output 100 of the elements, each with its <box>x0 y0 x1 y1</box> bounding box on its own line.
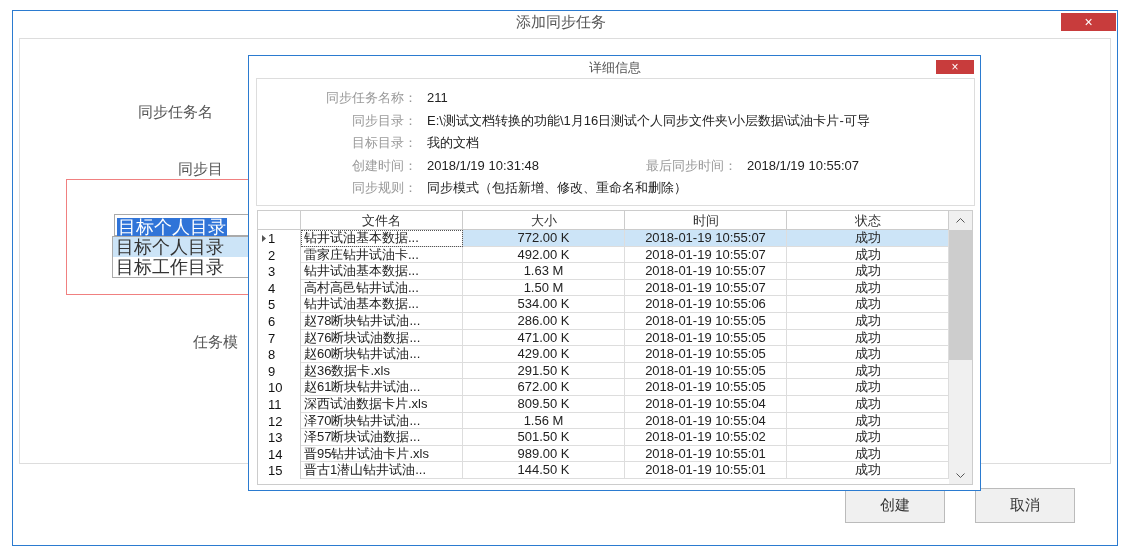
table-cell: 晋古1潜山钻井试油... <box>301 462 463 479</box>
row-number: 15 <box>268 463 283 480</box>
table-cell: 成功 <box>787 263 949 280</box>
table-cell: 1.63 M <box>463 263 625 280</box>
dialog-title: 详细信息 <box>588 59 642 77</box>
table-cell: 泽57断块试油数据... <box>301 429 463 446</box>
table-cell: 2018-01-19 10:55:05 <box>625 346 787 363</box>
table-cell: 772.00 K <box>463 230 625 247</box>
table-cell: 471.00 K <box>463 329 625 347</box>
current-row-icon <box>262 235 266 242</box>
table-cell: 2018-01-19 10:55:07 <box>625 279 787 297</box>
window-title: 添加同步任务 <box>515 12 607 32</box>
table-cell: 809.50 K <box>463 395 625 413</box>
close-button[interactable]: × <box>1061 13 1116 31</box>
column-header[interactable]: 大小 <box>463 211 625 229</box>
table-cell: 成功 <box>787 429 949 446</box>
table-cell: 成功 <box>787 296 949 313</box>
table-cell: 雷家庄钻井试油卡... <box>301 246 463 264</box>
form-label: 任务模 <box>193 332 238 352</box>
table-cell: 成功 <box>787 379 949 396</box>
field-label: 同步规则： <box>351 179 417 198</box>
table-cell: 晋95钻井试油卡片.xls <box>301 445 463 463</box>
table-cell: 赵36数据卡.xls <box>301 362 463 380</box>
table-cell: 成功 <box>787 362 949 380</box>
table-cell: 2018-01-19 10:55:04 <box>625 395 787 413</box>
table-cell: 2018-01-19 10:55:05 <box>625 329 787 347</box>
field-label: 同步任务名称： <box>325 89 417 108</box>
column-header[interactable]: 时间 <box>625 211 787 229</box>
table-cell: 成功 <box>787 329 949 347</box>
table-cell: 泽70断块钻井试油... <box>301 412 463 430</box>
table-cell: 286.00 K <box>463 312 625 330</box>
table-cell: 291.50 K <box>463 362 625 380</box>
field-value: 211 <box>427 89 448 108</box>
row-number: 2 <box>268 247 276 264</box>
table-cell: 144.50 K <box>463 462 625 479</box>
column-header[interactable]: 文件名 <box>301 211 463 229</box>
table-cell: 赵61断块钻井试油... <box>301 379 463 396</box>
scroll-down-icon[interactable] <box>956 473 965 478</box>
row-number: 9 <box>268 363 276 380</box>
row-number: 3 <box>268 264 276 281</box>
table-cell: 钻井试油基本数据... <box>301 296 463 313</box>
table-cell: 成功 <box>787 445 949 463</box>
table-cell: 1.50 M <box>463 279 625 297</box>
table-cell: 赵60断块钻井试油... <box>301 346 463 363</box>
close-button[interactable]: × <box>936 60 974 74</box>
row-number: 8 <box>268 347 276 364</box>
field-value: E:\测试文档转换的功能\1月16日测试个人同步文件夹\小层数据\试油卡片-可导 <box>427 111 870 130</box>
row-number: 1 <box>268 231 276 247</box>
table-cell: 2018-01-19 10:55:04 <box>625 412 787 430</box>
table-cell: 成功 <box>787 462 949 479</box>
dialog-button[interactable]: 取消 <box>975 488 1075 523</box>
scroll-up-icon[interactable] <box>956 218 965 223</box>
table-cell: 成功 <box>787 246 949 264</box>
form-label: 同步任务名 <box>138 102 213 122</box>
table-cell: 1.56 M <box>463 412 625 430</box>
scrollbar[interactable] <box>949 211 972 484</box>
table-cell: 2018-01-19 10:55:07 <box>625 230 787 247</box>
row-number: 4 <box>268 280 276 297</box>
form-label: 同步目 <box>178 159 223 179</box>
field-label: 目标目录： <box>351 134 417 153</box>
field-value: 同步模式（包括新增、修改、重命名和删除） <box>427 179 687 198</box>
table-cell: 成功 <box>787 412 949 430</box>
table-cell: 2018-01-19 10:55:05 <box>625 379 787 396</box>
table-cell: 成功 <box>787 346 949 363</box>
row-number: 5 <box>268 297 276 314</box>
field-label: 同步目录： <box>351 111 417 130</box>
table-cell: 534.00 K <box>463 296 625 313</box>
table-cell: 2018-01-19 10:55:07 <box>625 263 787 280</box>
table-cell: 钻井试油基本数据... <box>301 263 463 280</box>
table-cell: 成功 <box>787 230 949 247</box>
table-cell: 2018-01-19 10:55:01 <box>625 445 787 463</box>
table-cell: 赵76断块试油数据... <box>301 329 463 347</box>
field-value: 我的文档 <box>427 134 479 153</box>
row-number: 6 <box>268 313 276 330</box>
row-number: 14 <box>268 446 283 463</box>
scrollbar-thumb[interactable] <box>949 230 972 360</box>
table-cell: 429.00 K <box>463 346 625 363</box>
table-cell: 501.50 K <box>463 429 625 446</box>
row-number: 11 <box>268 396 282 413</box>
table-cell: 钻井试油基本数据... <box>301 230 463 247</box>
field-label: 创建时间： <box>351 156 417 175</box>
table-cell: 赵78断块钻井试油... <box>301 312 463 330</box>
table-cell: 2018-01-19 10:55:07 <box>625 246 787 264</box>
table-cell: 成功 <box>787 312 949 330</box>
table-cell: 2018-01-19 10:55:06 <box>625 296 787 313</box>
table-cell: 672.00 K <box>463 379 625 396</box>
table-cell: 成功 <box>787 395 949 413</box>
row-number: 13 <box>268 430 283 447</box>
table-cell: 2018-01-19 10:55:05 <box>625 312 787 330</box>
field-value: 2018/1/19 10:55:07 <box>747 156 860 175</box>
field-value: 2018/1/19 10:31:48 <box>427 156 541 175</box>
table-cell: 989.00 K <box>463 445 625 463</box>
table-cell: 2018-01-19 10:55:02 <box>625 429 787 446</box>
table-cell: 2018-01-19 10:55:01 <box>625 462 787 479</box>
table-cell: 高村高邑钻井试油... <box>301 279 463 297</box>
row-number: 12 <box>268 413 283 430</box>
table-cell: 492.00 K <box>463 246 625 264</box>
field-label: 最后同步时间： <box>645 156 737 175</box>
table-cell: 深西试油数据卡片.xls <box>301 395 463 413</box>
row-number: 10 <box>268 380 283 397</box>
